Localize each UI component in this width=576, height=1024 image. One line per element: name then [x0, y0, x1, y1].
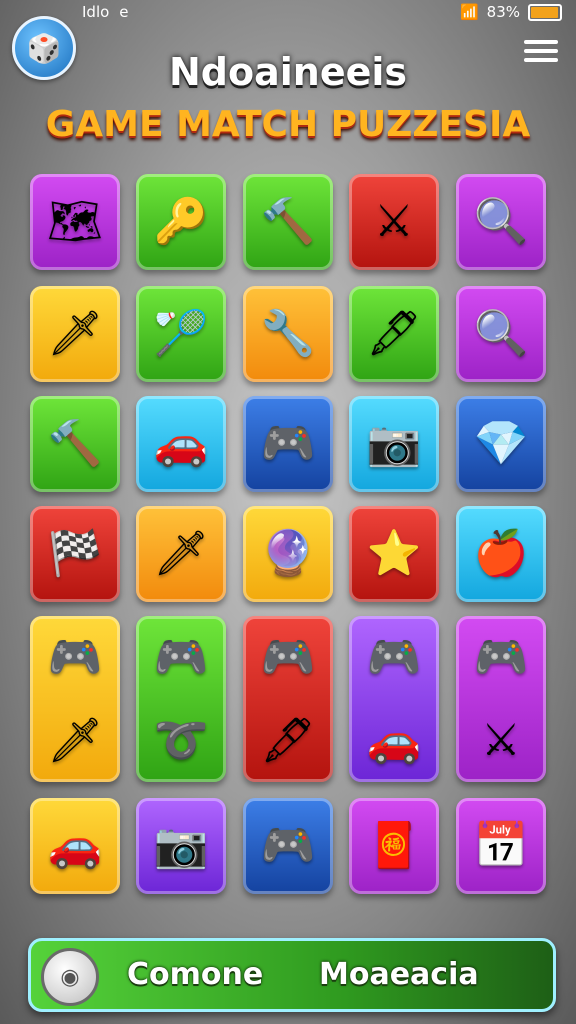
gamepad-icon: 🎮	[47, 631, 103, 683]
gamepad-icon: 🎮	[366, 631, 422, 683]
car-icon: 🚗	[47, 820, 103, 871]
gamepad-icon: 🎮	[260, 820, 316, 871]
bottom-left-label[interactable]: Comone	[127, 957, 263, 992]
tile-row4-4[interactable]: ⭐	[349, 506, 439, 602]
gamepad-icon: 🎮	[260, 418, 316, 469]
car-icon: 🚗	[366, 714, 422, 766]
gamepad-icon: 🎮	[153, 631, 209, 683]
tile-row4-5[interactable]: 🍎	[456, 506, 546, 602]
hammer-keychain-icon: 🔨	[260, 196, 316, 247]
map-icon: 🗺	[47, 196, 103, 247]
camera-lens-icon: 📷	[153, 820, 209, 871]
tile-row3-1[interactable]: 🔨	[30, 396, 120, 492]
checkered-board-icon: 🏁	[47, 528, 103, 579]
tile-row2-4[interactable]: 🖋	[349, 286, 439, 382]
hammer-keychain-icon: 🔨	[47, 418, 103, 469]
apple-pin-icon: 🍎	[473, 528, 529, 579]
tile-row5-5[interactable]: 🎮 ⚔	[456, 616, 546, 782]
puzzle-board: 🗺 🔑 🔨 ⚔ 🔍 🗡 🏸 🔧 🖋 🔍 🔨 🚗 🎮 📷 💎 🏁 🗡 🔮 ⭐ 🍎 🎮 🗡 🎮 ➰ 🎮 🖋 🎮 🚗 🎮 ⚔ 🚗 📷 🎮 🧧 📅	[0, 0, 576, 1024]
tile-row5-3[interactable]: 🎮 🖋	[243, 616, 333, 782]
pen-nib-icon: 🖋	[366, 308, 422, 359]
feather-shuttle-icon: 🏸	[153, 308, 209, 359]
gamepad-icon: 🎮	[473, 631, 529, 683]
gem-bag-icon: 💎	[473, 418, 529, 469]
tile-row4-2[interactable]: 🗡	[136, 506, 226, 602]
tile-row6-5[interactable]: 📅	[456, 798, 546, 894]
bottom-right-label[interactable]: Moaeacia	[319, 957, 479, 992]
magnifier-icon: 🔍	[473, 196, 529, 247]
settings-dial-button[interactable]: ◉	[41, 948, 99, 1006]
kunai-icon: 🗡	[47, 308, 103, 359]
tile-row3-4[interactable]: 📷	[349, 396, 439, 492]
tile-row6-4[interactable]: 🧧	[349, 798, 439, 894]
tile-row2-2[interactable]: 🏸	[136, 286, 226, 382]
tile-row1-5[interactable]: 🔍	[456, 174, 546, 270]
crystal-sword-icon: 🗡	[153, 528, 209, 579]
tile-row5-4[interactable]: 🎮 🚗	[349, 616, 439, 782]
magnifier-icon: 🔍	[473, 308, 529, 359]
tile-row5-2[interactable]: 🎮 ➰	[136, 616, 226, 782]
tile-row1-2[interactable]: 🔑	[136, 174, 226, 270]
tile-row6-3[interactable]: 🎮	[243, 798, 333, 894]
cape-icon: 🧧	[366, 820, 422, 871]
pocket-knife-icon: 🔧	[260, 308, 316, 359]
crystal-ball-icon: 🔮	[260, 528, 316, 579]
car-icon: 🚗	[153, 418, 209, 469]
dagger-icon: 🗡	[47, 714, 103, 766]
tile-row2-3[interactable]: 🔧	[243, 286, 333, 382]
crossed-spears-icon: ⚔	[374, 196, 414, 247]
bottom-action-bar: ◉ Comone Moaeacia	[28, 938, 556, 1012]
tile-row3-5[interactable]: 💎	[456, 396, 546, 492]
whistle-icon: 🔑	[153, 196, 209, 247]
calendar-board-icon: 📅	[473, 820, 529, 871]
tile-row5-1[interactable]: 🎮 🗡	[30, 616, 120, 782]
gamepad-icon: 🎮	[260, 631, 316, 683]
tile-row4-1[interactable]: 🏁	[30, 506, 120, 602]
tile-row1-1[interactable]: 🗺	[30, 174, 120, 270]
tile-row1-4[interactable]: ⚔	[349, 174, 439, 270]
tile-row3-2[interactable]: 🚗	[136, 396, 226, 492]
tile-row3-3[interactable]: 🎮	[243, 396, 333, 492]
star-necklace-icon: ⭐	[366, 528, 422, 579]
tile-row2-5[interactable]: 🔍	[456, 286, 546, 382]
crossed-weapons-icon: ⚔	[481, 714, 521, 766]
tile-row6-2[interactable]: 📷	[136, 798, 226, 894]
tile-row2-1[interactable]: 🗡	[30, 286, 120, 382]
rope-coil-icon: ➰	[153, 714, 209, 766]
tile-row1-3[interactable]: 🔨	[243, 174, 333, 270]
camera-lens-icon: 📷	[366, 418, 422, 469]
tile-row6-1[interactable]: 🚗	[30, 798, 120, 894]
pen-nib-icon: 🖋	[260, 714, 316, 766]
tile-row4-3[interactable]: 🔮	[243, 506, 333, 602]
